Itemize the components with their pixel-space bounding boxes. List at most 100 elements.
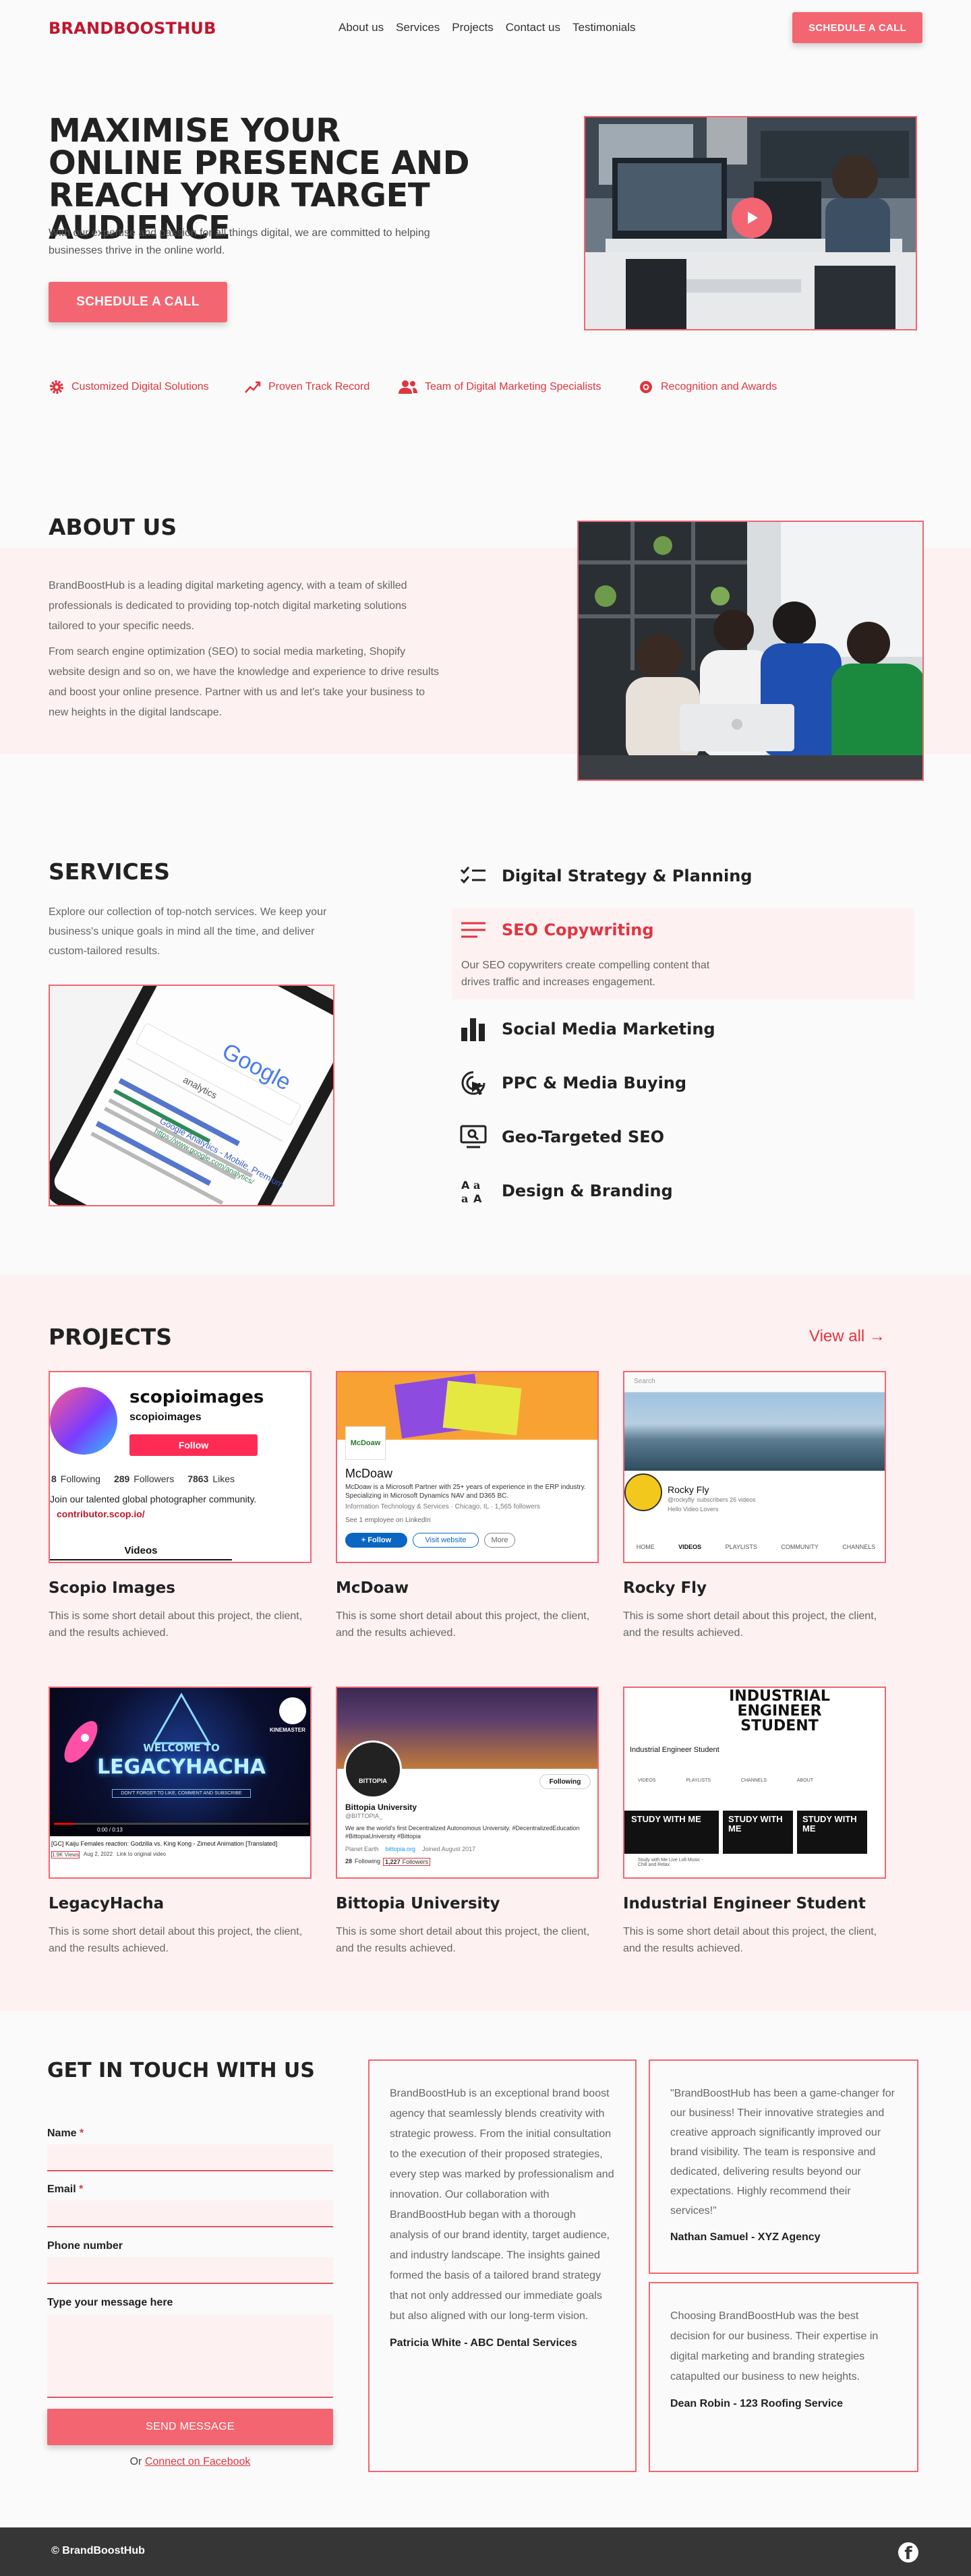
- about-paragraph-2: From search engine optimization (SEO) to…: [49, 646, 440, 718]
- svg-text:A: A: [473, 1192, 482, 1204]
- nav-schedule-call-button[interactable]: SCHEDULE A CALL: [792, 12, 922, 43]
- nav-link-projects[interactable]: Projects: [452, 21, 493, 34]
- brand-logo[interactable]: BRANDBOOSTHUB: [49, 19, 216, 38]
- contact-title: GET IN TOUCH WITH US: [47, 2059, 315, 2082]
- testimonial-card-dean: Choosing BrandBoostHub was the best deci…: [649, 2282, 918, 2472]
- footer-copyright: © BrandBoostHub: [51, 2545, 145, 2556]
- rocky-avatar: [624, 1473, 662, 1511]
- rocky-marina-banner: [624, 1393, 885, 1471]
- service-design-branding[interactable]: AaaA Design & Branding: [460, 1177, 673, 1204]
- project-title-rockyfly[interactable]: Rocky Fly: [623, 1579, 707, 1597]
- send-message-button[interactable]: SEND MESSAGE: [47, 2409, 333, 2445]
- email-field[interactable]: [47, 2200, 333, 2227]
- service-geo-seo[interactable]: Geo-Targeted SEO: [460, 1125, 664, 1149]
- mcdoaw-employees[interactable]: See 1 employee on LinkedIn: [345, 1517, 431, 1524]
- service-social-media[interactable]: Social Media Marketing: [460, 1017, 715, 1041]
- rocky-channel-name: Rocky Fly: [668, 1484, 709, 1495]
- nav-link-about[interactable]: About us: [339, 21, 384, 34]
- project-thumb-ies[interactable]: INDUSTRIAL ENGINEER STUDENT Industrial E…: [623, 1687, 886, 1879]
- mcdoaw-visit-button[interactable]: Visit website: [413, 1533, 479, 1548]
- facebook-icon[interactable]: f: [898, 2542, 918, 2563]
- kinemaster-logo: [279, 1697, 306, 1724]
- bittopia-bio: We are the world's first Decentralized A…: [345, 1825, 580, 1840]
- project-thumb-rockyfly[interactable]: Search Rocky Fly @rockyfly subscribers 26…: [623, 1371, 886, 1563]
- hero-subtitle: With our expertise and passion for all t…: [49, 227, 430, 256]
- email-label: Email *: [47, 2184, 84, 2195]
- ies-channel-name: Industrial Engineer Student: [630, 1746, 719, 1754]
- testimonial-text: Choosing BrandBoostHub was the best deci…: [670, 2310, 879, 2382]
- feature-customized-solutions: Customized Digital Solutions: [49, 379, 209, 395]
- play-button[interactable]: [732, 198, 772, 238]
- svg-text:a: a: [461, 1192, 468, 1204]
- services-title: SERVICES: [49, 858, 171, 885]
- project-thumb-legacyhacha[interactable]: KINEMASTER WELCOME TO LEGACYHACHA DON'T …: [49, 1687, 312, 1879]
- testimonial-card-patricia: BrandBoostHub is an exceptional brand bo…: [368, 2059, 637, 2472]
- project-desc-scopio: This is some short detail about this pro…: [49, 1610, 303, 1639]
- project-thumb-mcdoaw[interactable]: McDoaw McDoaw McDoaw is a Microsoft Part…: [336, 1371, 599, 1563]
- project-desc-bittopia: This is some short detail about this pro…: [336, 1926, 590, 1954]
- project-desc-ies: This is some short detail about this pro…: [623, 1926, 877, 1954]
- mcdoaw-follow-button[interactable]: + Follow: [345, 1533, 407, 1548]
- name-label: Name *: [47, 2128, 84, 2139]
- svg-text:a: a: [473, 1179, 480, 1192]
- bar-chart-icon: [461, 1018, 485, 1041]
- mcdoaw-logo: McDoaw: [345, 1426, 386, 1460]
- project-title-scopio[interactable]: Scopio Images: [49, 1579, 175, 1597]
- testimonial-author: Patricia White - ABC Dental Services: [390, 2337, 577, 2349]
- name-field[interactable]: [47, 2144, 333, 2171]
- services-intro: Explore our collection of top-notch serv…: [49, 906, 327, 957]
- cursor-click-icon: [461, 1071, 486, 1095]
- bittopia-following-button[interactable]: Following: [539, 1774, 591, 1789]
- project-title-legacyhacha[interactable]: LegacyHacha: [49, 1895, 164, 1912]
- phone-search-photo: Google analytics Google Analytics - Mobi…: [50, 986, 333, 1205]
- scopio-link[interactable]: contributor.scop.io/: [57, 1509, 145, 1519]
- project-desc-mcdoaw: This is some short detail about this pro…: [336, 1610, 590, 1639]
- bittopia-name: Bittopia University: [345, 1803, 417, 1812]
- project-thumb-bittopia[interactable]: BITTOPIA Following Bittopia University @…: [336, 1687, 599, 1879]
- service-seo-copywriting-card[interactable]: SEO Copywriting Our SEO copywriters crea…: [452, 908, 914, 999]
- lines-icon: [461, 922, 486, 938]
- projects-title: PROJECTS: [49, 1324, 172, 1350]
- testimonial-text: "BrandBoostHub has been a game-changer f…: [670, 2088, 895, 2217]
- hero-video[interactable]: [584, 116, 917, 330]
- hero-schedule-call-button[interactable]: SCHEDULE A CALL: [49, 282, 227, 322]
- scopio-bio: Join our talented global photographer co…: [50, 1494, 257, 1504]
- message-label: Type your message here: [47, 2297, 173, 2308]
- mcdoaw-more-button[interactable]: More: [484, 1533, 515, 1548]
- service-seo-copywriting[interactable]: SEO Copywriting: [460, 919, 654, 941]
- connect-facebook-link[interactable]: Connect on Facebook: [145, 2456, 251, 2467]
- scopio-avatar: [50, 1387, 117, 1455]
- team-photo: [579, 522, 922, 780]
- bittopia-avatar: BITTOPIA: [344, 1740, 402, 1798]
- project-title-ies[interactable]: Industrial Engineer Student: [623, 1895, 866, 1912]
- checklist-icon: [460, 867, 486, 884]
- project-thumb-scopio[interactable]: scopioimages scopioimages Follow 8 Follow…: [49, 1371, 312, 1563]
- message-textarea[interactable]: [47, 2314, 333, 2398]
- footer: © BrandBoostHub f: [0, 2527, 971, 2576]
- service-ppc-media[interactable]: PPC & Media Buying: [460, 1070, 686, 1096]
- nav-link-contact[interactable]: Contact us: [506, 21, 560, 34]
- scopio-follow-button[interactable]: Follow: [129, 1434, 258, 1456]
- view-all-projects-link[interactable]: View all →: [809, 1327, 885, 1346]
- project-title-bittopia[interactable]: Bittopia University: [336, 1895, 500, 1912]
- feature-specialist-team: Team of Digital Marketing Specialists: [398, 379, 601, 395]
- project-desc-legacyhacha: This is some short detail about this pro…: [49, 1926, 303, 1954]
- facebook-connect-line: Or Connect on Facebook: [129, 2456, 251, 2467]
- feature-track-record: Proven Track Record: [244, 379, 370, 395]
- gear-icon: [50, 380, 63, 394]
- mcdoaw-name: McDoaw: [345, 1467, 393, 1480]
- nav-link-testimonials[interactable]: Testimonials: [572, 21, 636, 34]
- scopio-videos-tab[interactable]: Videos: [50, 1545, 232, 1560]
- main-nav: About us Services Projects Contact us Te…: [339, 21, 636, 34]
- legacy-player-controls[interactable]: 0:00 / 0:13: [50, 1823, 310, 1836]
- testimonial-author: Dean Robin - 123 Roofing Service: [670, 2398, 844, 2409]
- ies-banner-title: INDUSTRIAL ENGINEER STUDENT: [729, 1688, 830, 1734]
- service-digital-strategy[interactable]: Digital Strategy & Planning: [460, 865, 752, 887]
- nav-link-services[interactable]: Services: [396, 21, 440, 34]
- phone-field[interactable]: [47, 2257, 333, 2284]
- project-desc-rockyfly: This is some short detail about this pro…: [623, 1610, 877, 1639]
- mcdoaw-meta: Information Technology & Services · Chic…: [345, 1503, 541, 1511]
- ies-tabs: VIDEOS PLAYLISTS CHANNELS ABOUT: [638, 1778, 813, 1783]
- project-title-mcdoaw[interactable]: McDoaw: [336, 1579, 409, 1597]
- rocky-searchbar: Search: [624, 1372, 885, 1393]
